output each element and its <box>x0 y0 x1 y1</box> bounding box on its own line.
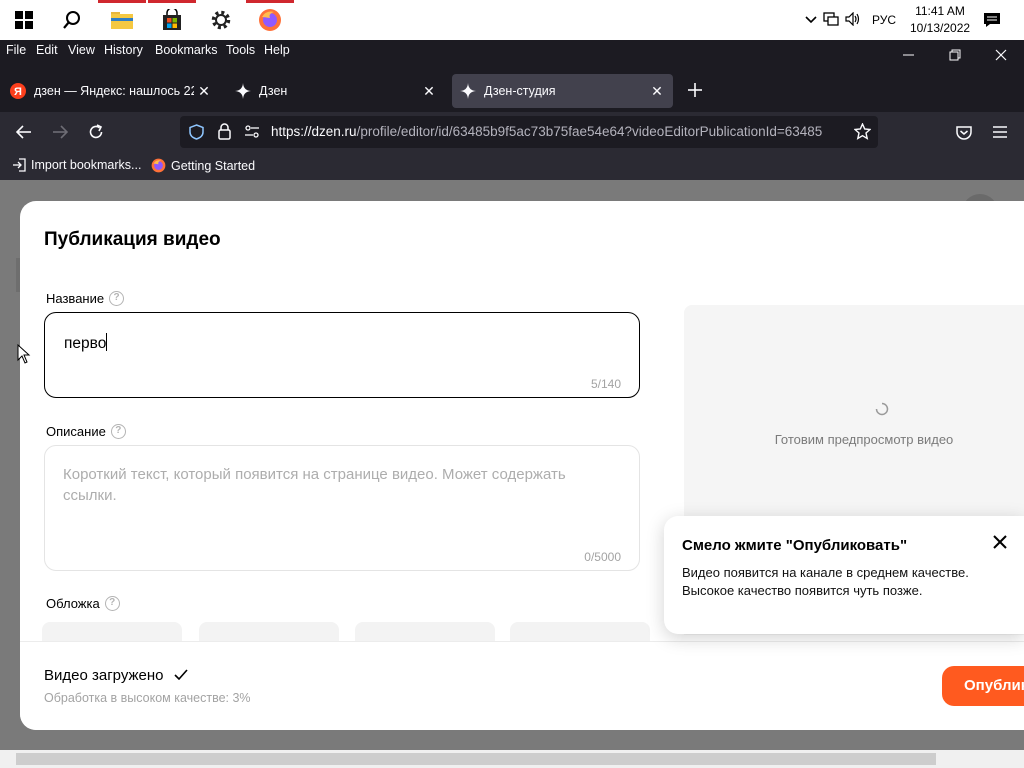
tracking-protection-icon[interactable] <box>189 124 204 143</box>
firefox-icon <box>151 158 166 173</box>
dzen-icon <box>235 83 251 99</box>
menu-bar: File Edit View History Bookmarks Tools H… <box>0 40 1024 62</box>
popover-title: Смело жмите "Опубликовать" <box>682 537 908 554</box>
firefox-icon[interactable] <box>246 0 294 40</box>
popover-body: Видео появится на канале в среднем качес… <box>682 565 969 598</box>
pocket-icon[interactable] <box>953 122 975 142</box>
loading-spinner-icon <box>875 402 889 421</box>
mouse-cursor-icon <box>17 343 31 369</box>
cover-label: Обложка ? <box>46 596 120 611</box>
cover-thumbnail[interactable] <box>199 622 339 642</box>
svg-text:Я: Я <box>14 86 22 98</box>
text-caret <box>106 333 108 351</box>
menu-edit[interactable]: Edit <box>36 43 58 57</box>
file-explorer-icon[interactable] <box>98 0 146 40</box>
bookmark-getting-started[interactable]: Getting Started <box>151 158 255 173</box>
title-input-text: перво <box>64 335 107 352</box>
cover-label-text: Обложка <box>46 596 100 611</box>
name-label: Название ? <box>46 291 125 306</box>
close-tab-icon[interactable]: ✕ <box>649 83 665 99</box>
name-label-text: Название <box>46 291 105 306</box>
cover-thumbnail[interactable] <box>355 622 495 642</box>
back-icon[interactable] <box>13 122 35 142</box>
search-icon[interactable] <box>48 0 96 40</box>
windows-logo-icon[interactable] <box>0 0 48 40</box>
url-text[interactable]: https://dzen.ru/profile/editor/id/63485b… <box>271 124 848 139</box>
close-tab-icon[interactable]: ✕ <box>196 83 212 99</box>
tab-title: Дзен-студия <box>484 84 556 98</box>
help-icon[interactable]: ? <box>104 596 120 611</box>
clock-date: 10/13/2022 <box>910 21 971 35</box>
description-placeholder: Короткий текст, который появится на стра… <box>63 466 566 504</box>
scrollbar-thumb[interactable] <box>16 753 936 765</box>
bookmarks-toolbar: Import bookmarks... Getting Started <box>0 152 1024 180</box>
store-icon[interactable] <box>148 0 196 40</box>
upload-status-text: Видео загружено <box>44 667 164 684</box>
title-char-counter: 5/140 <box>590 377 621 391</box>
clock[interactable]: 11:41 AM 10/13/2022 <box>910 3 970 37</box>
dialog-footer: Видео загружено Обработка в высоком каче… <box>20 641 1024 730</box>
chevron-up-icon[interactable] <box>802 13 820 27</box>
navigation-toolbar: https://dzen.ru/profile/editor/id/63485b… <box>0 112 1024 152</box>
bookmark-import[interactable]: Import bookmarks... <box>12 158 141 172</box>
menu-view[interactable]: View <box>68 43 95 57</box>
volume-icon[interactable] <box>842 11 864 29</box>
url-host: https://dzen.ru <box>271 124 357 139</box>
notification-center-icon[interactable] <box>968 0 1016 40</box>
title-input-value[interactable]: перво <box>64 333 108 353</box>
menu-tools[interactable]: Tools <box>226 43 255 57</box>
description-label: Описание ? <box>46 424 126 439</box>
clock-time: 11:41 AM <box>915 4 965 18</box>
publish-hint-popover: Смело жмите "Опубликовать" Видео появитс… <box>664 516 1024 634</box>
windows-taskbar: РУС 11:41 AM 10/13/2022 <box>0 0 1024 40</box>
checkmark-icon <box>174 667 188 684</box>
horizontal-scrollbar[interactable] <box>0 750 1024 768</box>
tab-title: Дзен <box>259 84 288 98</box>
tab-title: дзен — Яндекс: нашлось 22 млн <box>34 84 194 98</box>
description-label-text: Описание <box>46 424 106 439</box>
reload-icon[interactable] <box>85 122 107 142</box>
settings-icon[interactable] <box>197 0 245 40</box>
cover-thumbnail[interactable] <box>42 622 182 642</box>
bookmark-label: Import bookmarks... <box>31 158 142 172</box>
processing-progress: Обработка в высоком качестве: 3% <box>44 691 251 705</box>
network-icon[interactable] <box>820 11 842 29</box>
bookmark-star-icon[interactable] <box>853 122 872 143</box>
yandex-icon: Я <box>10 83 26 99</box>
description-char-counter: 0/5000 <box>584 550 621 564</box>
title-input[interactable]: перво 5/140 <box>44 312 640 398</box>
forward-icon[interactable] <box>49 122 71 142</box>
tab-dzen-studio[interactable]: Дзен-студия ✕ <box>452 74 673 108</box>
bookmark-label: Getting Started <box>171 158 256 173</box>
publish-video-dialog: Публикация видео Название ? перво 5/140 … <box>20 201 1024 730</box>
tab-yandex-search[interactable]: Я дзен — Яндекс: нашлось 22 млн ✕ <box>2 74 220 108</box>
close-icon[interactable] <box>988 530 1012 554</box>
tab-dzen[interactable]: Дзен ✕ <box>227 74 445 108</box>
app-menu-icon[interactable] <box>989 122 1011 142</box>
menu-history[interactable]: History <box>104 43 143 57</box>
dzen-icon <box>460 83 476 99</box>
help-icon[interactable]: ? <box>109 291 125 306</box>
new-tab-icon[interactable] <box>684 80 706 100</box>
upload-status: Видео загружено <box>44 667 188 684</box>
lock-icon[interactable] <box>218 123 231 143</box>
import-icon <box>12 158 26 172</box>
url-path: /profile/editor/id/63485b9f5ac73b75fae54… <box>356 124 823 139</box>
menu-file[interactable]: File <box>6 43 26 57</box>
help-icon[interactable]: ? <box>110 424 126 439</box>
tab-bar: Я дзен — Яндекс: нашлось 22 млн ✕ Дзен ✕… <box>0 62 1024 112</box>
dialog-title: Публикация видео <box>44 229 221 250</box>
close-tab-icon[interactable]: ✕ <box>421 83 437 99</box>
address-bar[interactable]: https://dzen.ru/profile/editor/id/63485b… <box>180 116 878 148</box>
description-input[interactable]: Короткий текст, который появится на стра… <box>44 445 640 571</box>
menu-bookmarks[interactable]: Bookmarks <box>155 43 218 57</box>
cover-thumbnail[interactable] <box>510 622 650 642</box>
language-indicator[interactable]: РУС <box>872 13 896 27</box>
permissions-icon[interactable] <box>244 125 260 142</box>
system-tray: РУС <box>802 0 896 40</box>
preview-loading-text: Готовим предпросмотр видео <box>774 432 954 447</box>
menu-help[interactable]: Help <box>264 43 290 57</box>
publish-button[interactable]: Опубликовать <box>942 666 1024 706</box>
